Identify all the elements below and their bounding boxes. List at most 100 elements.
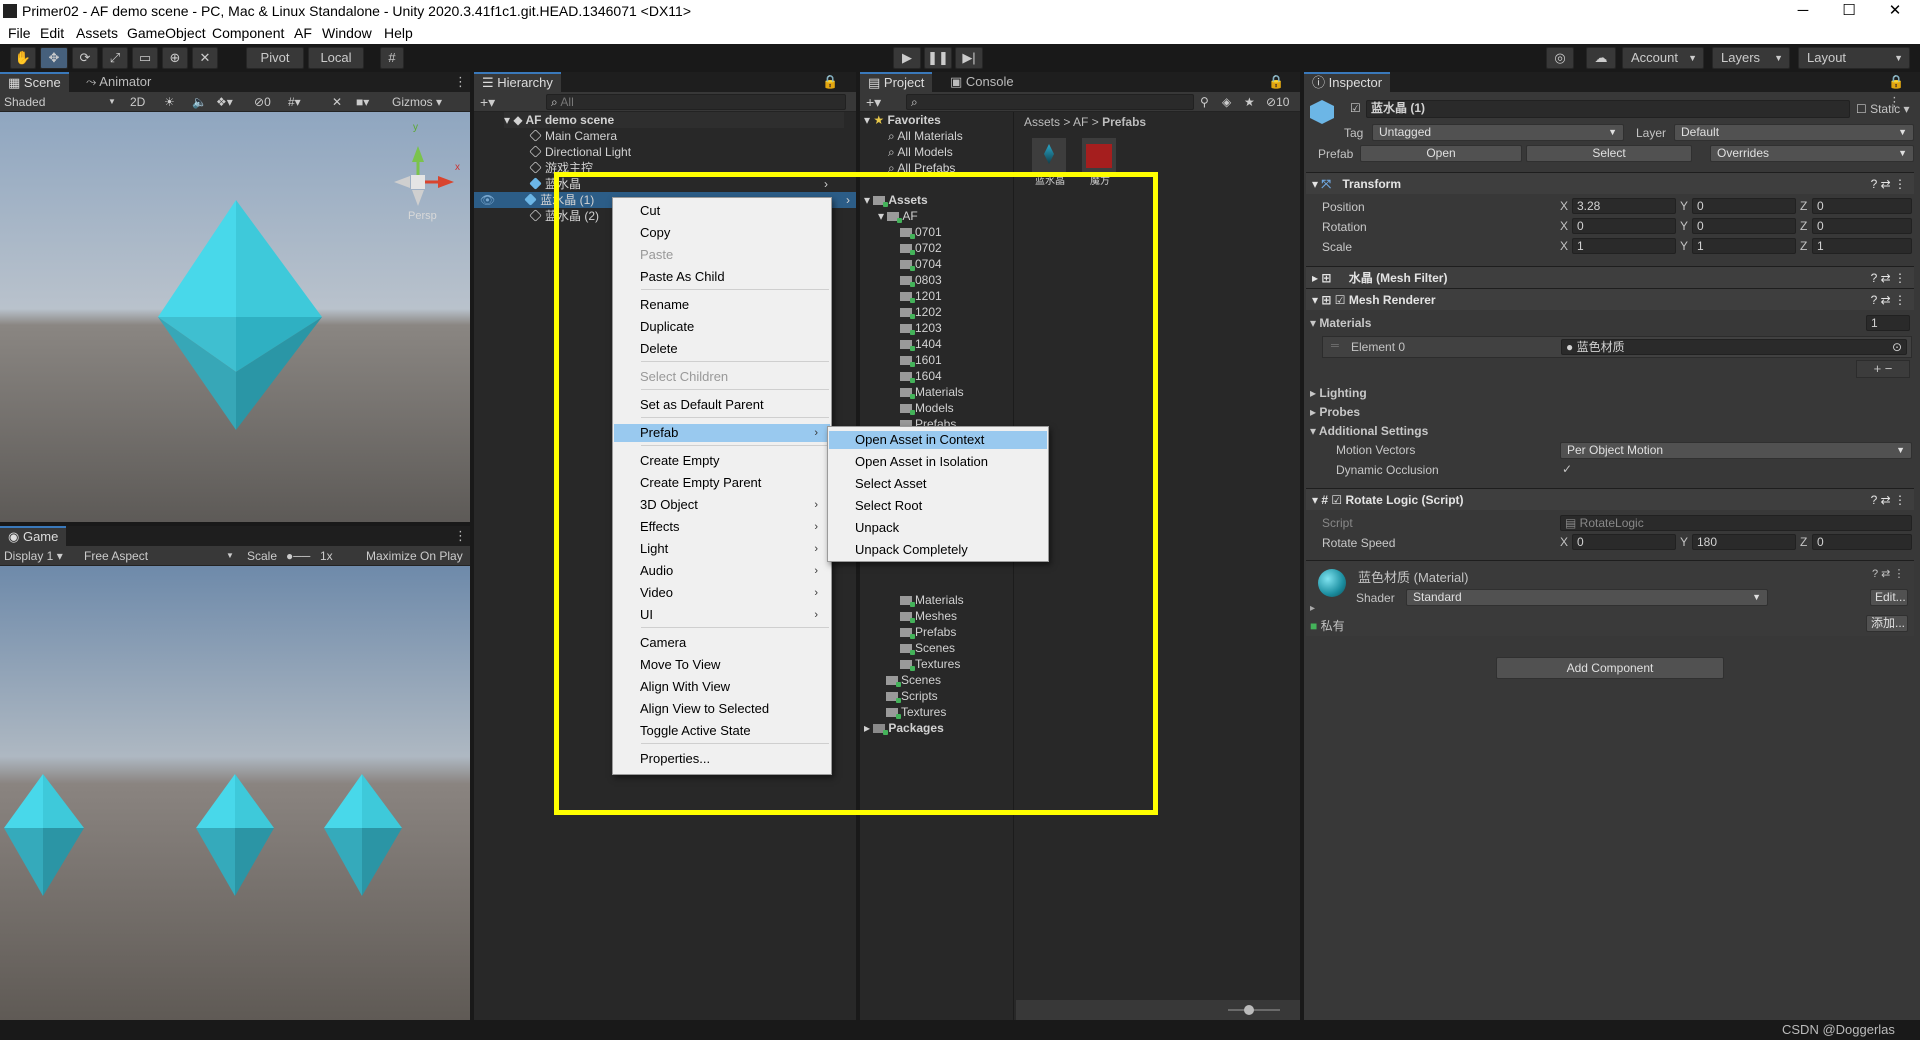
context-menu-item[interactable]: Rename <box>614 296 830 314</box>
packages-header[interactable]: ▸ Packages <box>864 720 944 736</box>
materials-foldout[interactable]: ▾ Materials <box>1310 314 1910 332</box>
add-remove-element-buttons[interactable]: + − <box>1856 360 1910 378</box>
folder-item[interactable]: Textures <box>886 704 946 720</box>
transform-rotation-x[interactable]: 0 <box>1572 218 1676 234</box>
slider-handle[interactable] <box>1244 1005 1254 1015</box>
hierarchy-add-button[interactable]: +▾ <box>480 92 495 112</box>
add-component-button[interactable]: Add Component <box>1496 657 1724 679</box>
prefab-submenu-item[interactable]: Unpack <box>829 519 1047 537</box>
menu-gameobject[interactable]: GameObject <box>127 25 206 41</box>
scene-options-icon[interactable]: ⋮ <box>446 72 475 92</box>
folder-item[interactable]: 0803 <box>900 272 942 288</box>
asset-thumb[interactable]: 魔方 <box>1082 138 1118 190</box>
context-menu-item[interactable]: Create Empty Parent <box>614 474 830 492</box>
context-menu-item[interactable]: Set as Default Parent <box>614 396 830 414</box>
thumb-size-slider[interactable] <box>1228 1009 1280 1011</box>
folder-item[interactable]: Scripts <box>886 688 938 704</box>
context-menu-item[interactable]: Toggle Active State <box>614 722 830 740</box>
close-button[interactable]: ✕ <box>1872 0 1918 24</box>
layer-dropdown[interactable]: Default ▼ <box>1674 124 1914 141</box>
hierarchy-item[interactable]: Main Camera <box>529 128 617 144</box>
folder-af[interactable]: ▾ AF <box>878 208 918 224</box>
transform-rotation-y[interactable]: 0 <box>1692 218 1796 234</box>
menu-af[interactable]: AF <box>294 25 312 41</box>
scale-slider[interactable]: ●── <box>286 546 310 566</box>
dynamic-occlusion-checkbox[interactable]: ✓ <box>1562 462 1572 476</box>
prefab-submenu-item[interactable]: Select Asset <box>829 475 1047 493</box>
game-viewport[interactable] <box>0 566 470 1020</box>
context-menu-item[interactable]: Properties... <box>614 750 830 768</box>
audio-icon[interactable]: 🔈 <box>192 92 207 112</box>
favorite-item[interactable]: ⌕ All Materials <box>888 128 963 144</box>
folder-item[interactable]: 0701 <box>900 224 942 240</box>
folder-item[interactable]: 1201 <box>900 288 942 304</box>
tab-inspector[interactable]: ⓘ Inspector <box>1304 72 1391 92</box>
menu-component[interactable]: Component <box>212 25 284 41</box>
shading-dropdown[interactable]: Shaded ▼ <box>4 92 116 112</box>
favorites-header[interactable]: ▾ ★ Favorites <box>864 112 941 128</box>
favorite-item[interactable]: ⌕ All Models <box>888 144 953 160</box>
transform-position-z[interactable]: 0 <box>1812 198 1912 214</box>
context-menu-item[interactable]: 3D Object › <box>614 496 830 514</box>
transform-scale-y[interactable]: 1 <box>1692 238 1796 254</box>
context-menu-item[interactable]: Copy <box>614 224 830 242</box>
tag-dropdown[interactable]: Untagged ▼ <box>1372 124 1624 141</box>
prefab-open-button[interactable]: Open <box>1360 145 1522 162</box>
transform-rotation-z[interactable]: 0 <box>1812 218 1912 234</box>
folder-item[interactable]: 0702 <box>900 240 942 256</box>
context-menu-item[interactable]: Video › <box>614 584 830 602</box>
element0-field[interactable]: ● 蓝色材质 ⊙ <box>1561 339 1907 355</box>
context-menu-item[interactable]: Prefab › <box>614 424 830 442</box>
additional-settings-foldout[interactable]: ▾ Additional Settings <box>1310 422 1910 440</box>
tab-scene[interactable]: ▦ Scene <box>0 72 69 92</box>
breadcrumb-assets[interactable]: Assets <box>1024 115 1060 129</box>
prefab-submenu-item[interactable]: Open Asset in Isolation <box>829 453 1047 471</box>
camera-icon[interactable]: ■▾ <box>356 92 369 112</box>
folder-item[interactable]: 1202 <box>900 304 942 320</box>
local-toggle[interactable]: Local <box>308 47 364 69</box>
folder-item[interactable]: Textures <box>900 656 960 672</box>
play-button[interactable]: ▶ <box>893 47 921 69</box>
context-menu-item[interactable]: Cut <box>614 202 830 220</box>
pivot-toggle[interactable]: Pivot <box>246 47 304 69</box>
context-menu-item[interactable]: UI › <box>614 606 830 624</box>
object-name-field[interactable]: 蓝水晶 (1) <box>1366 100 1850 118</box>
prefab-overrides-dropdown[interactable]: Overrides ▼ <box>1710 145 1914 162</box>
prefab-submenu-item[interactable]: Select Root <box>829 497 1047 515</box>
custom-tool-icon[interactable]: ✕ <box>192 47 218 69</box>
mesh-renderer-header[interactable]: ▾ ⊞ ☑ Mesh Renderer? ⇄ ⋮ <box>1306 288 1914 310</box>
effects-icon[interactable]: ❖▾ <box>216 92 233 112</box>
folder-item[interactable]: 0704 <box>900 256 942 272</box>
maximize-on-play-toggle[interactable]: Maximize On Play <box>366 546 463 566</box>
pause-button[interactable]: ❚❚ <box>924 47 952 69</box>
folder-item[interactable]: 1601 <box>900 352 942 368</box>
hierarchy-item[interactable]: 游戏主控 <box>529 160 593 176</box>
hierarchy-search-input[interactable]: ⌕ All <box>546 94 846 110</box>
prefab-submenu-item[interactable]: Unpack Completely <box>829 541 1047 559</box>
context-menu-item[interactable]: Delete <box>614 340 830 358</box>
hierarchy-item[interactable]: Directional Light <box>529 144 631 160</box>
context-menu-item[interactable]: Move To View <box>614 656 830 674</box>
light-icon[interactable]: ☀ <box>164 92 175 112</box>
folder-item[interactable]: 1203 <box>900 320 942 336</box>
hierarchy-item[interactable]: 蓝水晶 (2) <box>529 208 599 224</box>
context-menu-item[interactable]: Create Empty <box>614 452 830 470</box>
minimize-button[interactable]: ─ <box>1780 0 1826 24</box>
lighting-foldout[interactable]: ▸ Lighting <box>1310 384 1910 402</box>
hidden-objects-icon[interactable]: ⊘0 <box>254 92 271 112</box>
context-menu-item[interactable]: Align View to Selected <box>614 700 830 718</box>
context-menu-item[interactable]: Effects › <box>614 518 830 536</box>
context-menu-item[interactable]: Camera <box>614 634 830 652</box>
material-foldout-icon[interactable]: ▸ <box>1310 603 1315 614</box>
move-tool-icon[interactable]: ✥ <box>40 47 68 69</box>
hierarchy-lock-icon[interactable]: 🔒 ⋮ <box>814 72 856 109</box>
layout-dropdown[interactable]: Layout ▼ <box>1798 47 1910 69</box>
tab-console[interactable]: ▣ Console <box>942 72 1022 92</box>
mesh-filter-header[interactable]: ▸ ⊞ 水晶 (Mesh Filter)? ⇄ ⋮ <box>1306 266 1914 288</box>
material-menu-icon[interactable]: ? ⇄ ⋮ <box>1872 567 1904 580</box>
motion-vectors-dropdown[interactable]: Per Object Motion ▼ <box>1560 442 1912 459</box>
assets-header[interactable]: ▾ Assets <box>864 192 928 208</box>
scene-viewport[interactable]: y x Persp <box>0 112 470 522</box>
folder-item[interactable]: Scenes <box>886 672 941 688</box>
filter-label-icon[interactable]: ◈ <box>1222 92 1231 112</box>
